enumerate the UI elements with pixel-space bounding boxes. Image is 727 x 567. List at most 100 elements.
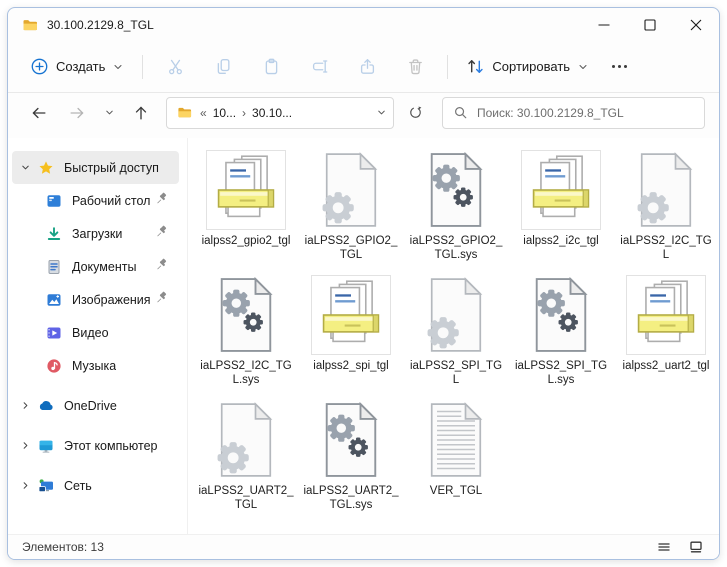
more-options-button[interactable]	[599, 49, 639, 85]
star-icon	[38, 160, 54, 176]
navigation-pane: Быстрый доступ Рабочий стол Загрузки Док…	[8, 138, 188, 534]
address-bar[interactable]: « 10... › 30.10...	[166, 96, 394, 129]
pictures-icon	[46, 292, 62, 308]
file-item[interactable]: ialpss2_spi_tgl	[301, 275, 401, 400]
plus-circle-icon	[30, 57, 49, 76]
copy-icon	[214, 57, 233, 76]
breadcrumb-overflow[interactable]: «	[198, 106, 209, 120]
delete-icon	[406, 57, 425, 76]
forward-button[interactable]	[60, 97, 94, 129]
file-item[interactable]: iaLPSS2_I2C_TGL.sys	[196, 275, 296, 400]
sys-file-icon	[521, 275, 601, 355]
pin-icon	[155, 192, 169, 206]
rename-button[interactable]	[295, 49, 343, 85]
chevron-down-icon	[577, 61, 589, 73]
file-name: iaLPSS2_UART2_TGL.sys	[303, 485, 399, 511]
sys-file-icon	[416, 150, 496, 230]
ellipsis-icon	[611, 65, 627, 68]
sidebar-item-star[interactable]: Быстрый доступ	[12, 151, 179, 184]
pin-icon	[155, 291, 169, 305]
sort-button-label: Сортировать	[492, 59, 571, 74]
window-title: 30.100.2129.8_TGL	[47, 17, 154, 32]
maximize-button[interactable]	[627, 8, 673, 41]
toolbar-separator	[447, 54, 449, 79]
onedrive-icon	[38, 398, 54, 414]
file-item[interactable]: VER_TGL	[406, 400, 506, 525]
file-name: ialpss2_uart2_tgl	[622, 360, 710, 372]
sidebar-item-music[interactable]: Музыка	[12, 349, 179, 382]
close-button[interactable]	[673, 8, 719, 41]
breadcrumb-item[interactable]: 10...	[209, 106, 240, 120]
txt-file-icon	[416, 400, 496, 480]
clipboard-buttons	[151, 49, 439, 85]
sidebar-item-network[interactable]: Сеть	[12, 469, 179, 502]
breadcrumb-item[interactable]: 30.10...	[248, 106, 296, 120]
sort-button[interactable]: Сортировать	[456, 50, 599, 83]
inf-file-icon	[311, 150, 391, 230]
address-dropdown-chevron-icon[interactable]	[376, 107, 387, 118]
video-icon	[46, 325, 62, 341]
new-button[interactable]: Создать	[20, 50, 134, 83]
file-name: iaLPSS2_UART2_TGL	[198, 485, 294, 511]
folder-icon	[22, 17, 38, 33]
file-item[interactable]: iaLPSS2_SPI_TGL.sys	[511, 275, 611, 400]
status-bar: Элементов: 13	[8, 534, 719, 559]
sidebar-item-downloads[interactable]: Загрузки	[12, 217, 179, 250]
items-count: Элементов: 13	[22, 540, 104, 554]
file-item[interactable]: ialpss2_uart2_tgl	[616, 275, 716, 400]
file-item[interactable]: iaLPSS2_UART2_TGL	[196, 400, 296, 525]
copy-button[interactable]	[199, 49, 247, 85]
caption-controls	[581, 8, 719, 41]
explorer-window: 30.100.2129.8_TGL Создать Сортировать « …	[7, 7, 720, 560]
delete-button[interactable]	[391, 49, 439, 85]
cut-button[interactable]	[151, 49, 199, 85]
file-name: ialpss2_gpio2_tgl	[201, 235, 291, 247]
titlebar: 30.100.2129.8_TGL	[8, 8, 719, 41]
file-item[interactable]: iaLPSS2_UART2_TGL.sys	[301, 400, 401, 525]
back-button[interactable]	[22, 97, 56, 129]
chevron-icon[interactable]	[12, 400, 38, 411]
large-icons-view-button[interactable]	[683, 537, 709, 557]
search-input[interactable]	[477, 105, 694, 120]
share-icon	[358, 57, 377, 76]
sidebar-item-computer[interactable]: Этот компьютер	[12, 429, 179, 462]
sidebar-item-pictures[interactable]: Изображения	[12, 283, 179, 316]
file-item[interactable]: iaLPSS2_SPI_TGL	[406, 275, 506, 400]
pin-icon	[155, 258, 169, 272]
cab-file-icon	[206, 150, 286, 230]
up-button[interactable]	[124, 97, 158, 129]
minimize-button[interactable]	[581, 8, 627, 41]
details-view-button[interactable]	[651, 537, 677, 557]
search-icon	[453, 105, 468, 120]
file-name: iaLPSS2_GPIO2_TGL	[304, 235, 398, 261]
sidebar-item-video[interactable]: Видео	[12, 316, 179, 349]
command-bar: Создать Сортировать	[8, 41, 719, 93]
sidebar-item-onedrive[interactable]: OneDrive	[12, 389, 179, 422]
sidebar-item-documents[interactable]: Документы	[12, 250, 179, 283]
file-item[interactable]: iaLPSS2_I2C_TGL	[616, 150, 716, 275]
file-item[interactable]: iaLPSS2_GPIO2_TGL	[301, 150, 401, 275]
chevron-icon[interactable]	[12, 480, 38, 491]
share-button[interactable]	[343, 49, 391, 85]
chevron-icon[interactable]	[12, 162, 38, 173]
file-name: iaLPSS2_SPI_TGL	[409, 360, 503, 386]
search-box	[442, 96, 705, 129]
file-item[interactable]: ialpss2_i2c_tgl	[511, 150, 611, 275]
paste-button[interactable]	[247, 49, 295, 85]
chevron-icon[interactable]	[12, 440, 38, 451]
address-row: « 10... › 30.10...	[8, 93, 719, 138]
file-name: iaLPSS2_I2C_TGL.sys	[200, 360, 292, 386]
cab-file-icon	[626, 275, 706, 355]
documents-icon	[46, 259, 62, 275]
rename-icon	[310, 57, 329, 76]
view-toggles	[651, 537, 709, 557]
file-item[interactable]: iaLPSS2_GPIO2_TGL.sys	[406, 150, 506, 275]
refresh-button[interactable]	[398, 97, 432, 129]
file-item[interactable]: ialpss2_gpio2_tgl	[196, 150, 296, 275]
file-name: iaLPSS2_SPI_TGL.sys	[514, 360, 608, 386]
breadcrumb-separator: ›	[242, 105, 247, 120]
sidebar-item-desktop[interactable]: Рабочий стол	[12, 184, 179, 217]
recent-locations-button[interactable]	[98, 97, 120, 129]
inf-file-icon	[416, 275, 496, 355]
cab-file-icon	[521, 150, 601, 230]
